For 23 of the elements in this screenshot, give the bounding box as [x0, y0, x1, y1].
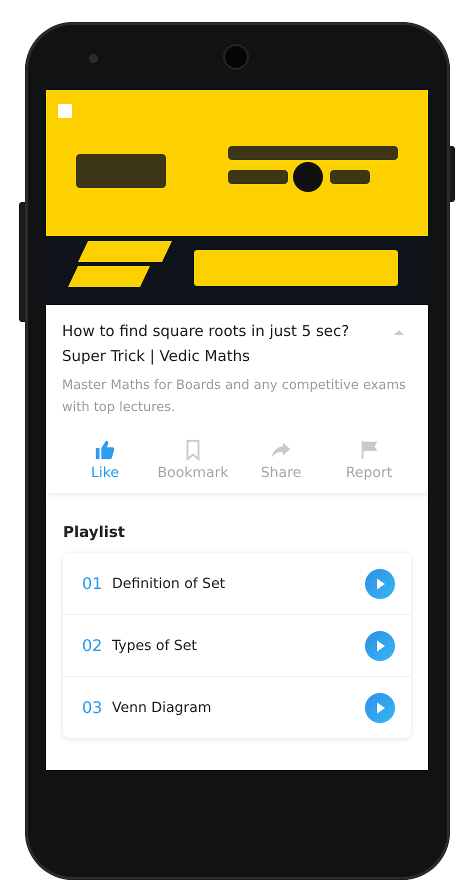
camera-icon: [225, 46, 247, 68]
item-number: 03: [82, 698, 104, 717]
playlist-heading: Playlist: [63, 523, 126, 541]
report-button[interactable]: Report: [326, 439, 412, 481]
video-title: How to find square roots in just 5 sec? Super Trick | Vedic Maths: [62, 321, 350, 367]
like-button[interactable]: Like: [62, 439, 148, 481]
play-icon[interactable]: [365, 630, 395, 660]
playlist-item[interactable]: 03 Venn Diagram: [63, 677, 411, 738]
playlist-item[interactable]: 02 Types of Set: [63, 615, 411, 677]
item-number: 02: [82, 636, 104, 655]
item-number: 01: [82, 574, 104, 593]
item-title: Types of Set: [112, 638, 198, 654]
play-icon[interactable]: [365, 568, 395, 598]
video-description: Master Maths for Boards and any competitive exams with top lectures.: [62, 377, 407, 417]
share-button[interactable]: Share: [238, 439, 324, 481]
item-title: Definition of Set: [112, 576, 226, 592]
bookmark-button[interactable]: Bookmark: [150, 439, 236, 481]
collapse-caret-icon[interactable]: [394, 329, 404, 335]
playlist-item[interactable]: 01 Definition of Set: [63, 553, 411, 615]
play-icon[interactable]: [365, 692, 395, 722]
thumbs-up-icon: [94, 439, 116, 461]
item-title: Venn Diagram: [112, 700, 212, 716]
sensor-dot: [89, 54, 98, 63]
